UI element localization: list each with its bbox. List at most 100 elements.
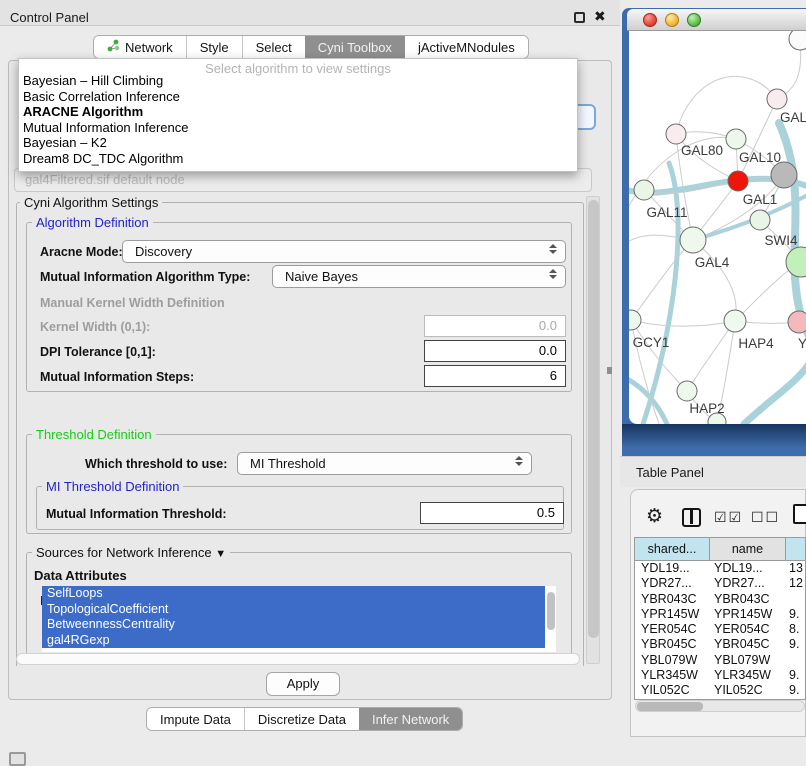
window-close-icon[interactable] xyxy=(643,13,657,27)
tab-impute-data[interactable]: Impute Data xyxy=(147,708,244,730)
network-node[interactable] xyxy=(789,31,806,50)
control-panel-titlebar xyxy=(0,0,620,26)
aracne-mode-combo[interactable]: Discovery xyxy=(122,240,566,263)
table-cell: YBL079W xyxy=(710,653,786,668)
tab-label: Select xyxy=(256,40,292,55)
network-node-swi4[interactable] xyxy=(750,210,770,230)
tab-discretize-data[interactable]: Discretize Data xyxy=(244,708,359,730)
algorithm-definition-title: Algorithm Definition xyxy=(32,215,153,230)
node-table[interactable]: shared...name YDL19...YDL19...13YDR27...… xyxy=(634,537,806,700)
network-node-gal80[interactable] xyxy=(666,124,686,144)
network-node[interactable] xyxy=(786,247,806,277)
sources-group-title[interactable]: Sources for Network Inference ▼ xyxy=(32,545,230,560)
attribute-list-item[interactable]: SelfLoops xyxy=(42,586,545,602)
attribute-list-item[interactable]: BetweennessCentrality xyxy=(42,617,545,633)
data-attributes-list[interactable]: SelfLoopsTopologicalCoefficientBetweenne… xyxy=(42,586,556,652)
network-node-hap2[interactable] xyxy=(677,381,697,401)
tab-select[interactable]: Select xyxy=(242,36,305,58)
dpi-tolerance-field[interactable]: 0.0 xyxy=(424,340,566,362)
window-zoom-icon[interactable] xyxy=(687,13,701,27)
node-label: Y xyxy=(798,336,806,351)
network-canvas[interactable]: GALGAL80GAL10GAL1GAL11GAL4SWI4GCY1HAP4YH… xyxy=(629,31,806,424)
dropdown-item[interactable]: ARACNE Algorithm xyxy=(19,104,577,120)
table-row[interactable]: YER054CYER054C8. xyxy=(635,622,805,637)
table-cell: YIL052C xyxy=(710,683,786,698)
network-node-gal10[interactable] xyxy=(726,129,746,149)
dropdown-item[interactable]: Dream8 DC_TDC Algorithm xyxy=(19,151,577,167)
network-node-hap4[interactable] xyxy=(724,310,746,332)
spinner-arrows-icon xyxy=(514,456,523,466)
column-header-shared[interactable]: shared... xyxy=(635,538,710,560)
dpi-tolerance-label: DPI Tolerance [0,1]: xyxy=(40,345,156,359)
data-attributes-label: Data Attributes xyxy=(34,568,127,583)
settings-vertical-scroll-thumb[interactable] xyxy=(588,200,599,638)
tab-jactivemnodules[interactable]: jActiveMNodules xyxy=(405,36,528,58)
mi-type-combo[interactable]: Naive Bayes xyxy=(272,265,566,288)
aracne-mode-label: Aracne Mode: xyxy=(40,245,123,259)
network-node-gcy1[interactable] xyxy=(629,310,641,330)
attribute-list-item[interactable]: gal4RGexp xyxy=(42,633,545,649)
table-row[interactable]: YIL052CYIL052C9. xyxy=(635,683,805,698)
tab-label: Cyni Toolbox xyxy=(318,40,392,55)
tab-label: jActiveMNodules xyxy=(418,40,515,55)
node-label: GCY1 xyxy=(633,335,670,350)
mi-threshold-group-title: MI Threshold Definition xyxy=(42,479,183,494)
close-panel-icon[interactable]: ✖ xyxy=(594,8,606,25)
table-row[interactable]: YDR27...YDR27...12 xyxy=(635,576,805,591)
table-cell: 9. xyxy=(786,607,805,622)
mi-threshold-label: Mutual Information Threshold: xyxy=(46,507,227,521)
table-row[interactable]: YPR145WYPR145W9. xyxy=(635,607,805,622)
mi-threshold-field[interactable]: 0.5 xyxy=(420,502,564,524)
mi-steps-field[interactable]: 6 xyxy=(424,365,566,387)
split-columns-icon[interactable] xyxy=(682,508,701,527)
table-row[interactable]: YDL19...YDL19...13 xyxy=(635,561,805,576)
select-all-columns-icon[interactable]: ☑☑ xyxy=(714,509,743,526)
dropdown-placeholder: Select algorithm to view settings xyxy=(19,59,577,73)
gear-icon[interactable]: ⚙ xyxy=(646,505,663,528)
network-node-gal[interactable] xyxy=(767,89,787,109)
threshold-definition-title: Threshold Definition xyxy=(32,427,156,442)
tab-cyni-toolbox[interactable]: Cyni Toolbox xyxy=(305,36,405,58)
table-horizontal-scroll-thumb[interactable] xyxy=(637,702,703,711)
table-cell: YDL19... xyxy=(635,561,710,576)
network-window-bottom-border xyxy=(622,424,806,456)
column-header[interactable] xyxy=(786,538,805,560)
table-cell xyxy=(786,653,805,668)
deselect-all-columns-icon[interactable]: ☐☐ xyxy=(751,509,780,526)
apply-button[interactable]: Apply xyxy=(266,672,340,696)
tab-label: Style xyxy=(200,40,229,55)
network-node-gal4[interactable] xyxy=(680,227,706,253)
table-row[interactable]: YBL079WYBL079W xyxy=(635,653,805,668)
column-header-name[interactable]: name xyxy=(710,538,786,560)
manual-kernel-label: Manual Kernel Width Definition xyxy=(40,296,225,310)
tab-style[interactable]: Style xyxy=(186,36,242,58)
network-graph xyxy=(629,31,806,424)
network-node[interactable] xyxy=(728,171,748,191)
which-threshold-combo[interactable]: MI Threshold xyxy=(237,452,532,475)
tab-infer-network[interactable]: Infer Network xyxy=(359,708,462,730)
kernel-width-field[interactable]: 0.0 xyxy=(424,315,566,337)
tab-network[interactable]: Network xyxy=(94,36,186,58)
minimized-panel-icon[interactable] xyxy=(9,752,26,766)
network-node-gal1[interactable] xyxy=(771,162,797,188)
network-node-gal11[interactable] xyxy=(634,180,654,200)
new-table-icon[interactable] xyxy=(793,504,806,524)
dropdown-item[interactable]: Bayesian – K2 xyxy=(19,135,577,151)
split-divider-grip[interactable] xyxy=(607,367,612,374)
sources-title-text: Sources for Network Inference xyxy=(36,545,212,560)
dropdown-item[interactable]: Basic Correlation Inference xyxy=(19,89,577,105)
table-row[interactable]: YBR043CYBR043C xyxy=(635,592,805,607)
table-cell: 12 xyxy=(786,576,805,591)
node-label: HAP2 xyxy=(689,401,724,416)
table-cell: YBR045C xyxy=(710,637,786,652)
table-row[interactable]: YLR345WYLR345W9. xyxy=(635,668,805,683)
dropdown-item[interactable]: Mutual Information Inference xyxy=(19,120,577,136)
settings-horizontal-scrollbar[interactable] xyxy=(16,653,580,665)
network-node-y[interactable] xyxy=(788,311,806,333)
attribute-list-scroll-thumb[interactable] xyxy=(547,592,555,630)
table-cell: YBL079W xyxy=(635,653,710,668)
window-minimize-icon[interactable] xyxy=(665,13,679,27)
table-row[interactable]: YBR045CYBR045C9. xyxy=(635,637,805,652)
attribute-list-item[interactable]: TopologicalCoefficient xyxy=(42,602,545,618)
float-panel-icon[interactable] xyxy=(574,12,585,23)
